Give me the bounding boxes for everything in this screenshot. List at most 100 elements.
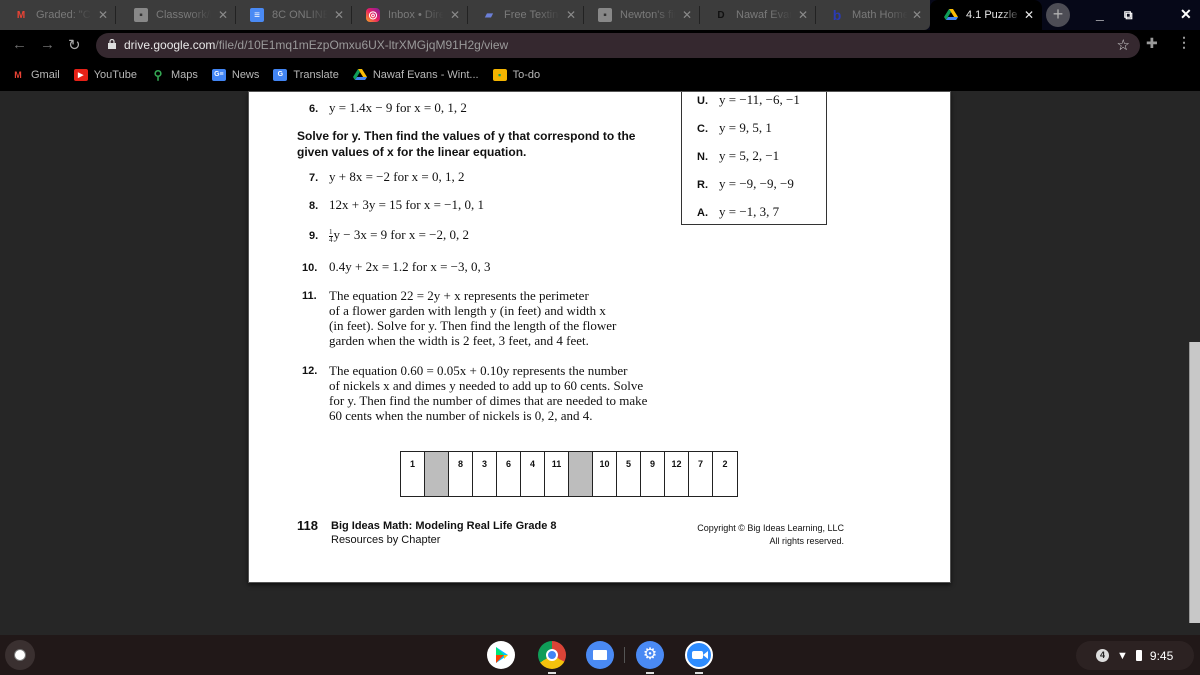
launcher-button[interactable] xyxy=(5,640,35,670)
google-docs-icon: ≡ xyxy=(250,8,264,22)
address-bar[interactable]: drive.google.com/file/d/10E1mq1mEzpOmxu6… xyxy=(96,33,1140,58)
toolbar: ← → ↻ drive.google.com/file/d/10E1mq1mEz… xyxy=(0,30,1200,61)
problem-7: 7. y + 8x = −2 for x = 0, 1, 2 xyxy=(309,169,465,184)
classroom-icon: ▪ xyxy=(492,68,507,81)
zoom-icon[interactable] xyxy=(685,641,713,669)
play-store-icon[interactable] xyxy=(487,641,515,669)
instructions: Solve for y. Then find the values of y t… xyxy=(297,129,636,159)
problem-8: 8. 12x + 3y = 15 for x = −1, 0, 1 xyxy=(309,197,484,212)
problem-12: 12. The equation 0.60 = 0.05x + 0.10y re… xyxy=(302,363,648,423)
bookmarks-bar: M Gmail ▶ YouTube ⚲ Maps G≡ News G Translate … xyxy=(0,61,1200,88)
menu-icon[interactable]: ⋮ xyxy=(1177,34,1191,51)
bookmark-translate[interactable]: G Translate xyxy=(273,68,339,81)
close-window-button[interactable]: ✕ xyxy=(1180,6,1192,23)
puzzle-cell: 12 xyxy=(665,452,689,496)
answer-box: U. y = −11, −6, −1 C. y = 9, 5, 1 N. y = 5,… xyxy=(681,92,827,225)
puzzle-cell: 5 xyxy=(617,452,641,496)
files-icon[interactable] xyxy=(586,641,614,669)
chat-icon: ▰ xyxy=(485,9,493,21)
book-title: Big Ideas Math: Modeling Real Life Grade… xyxy=(331,520,557,532)
close-tab-icon[interactable]: ✕ xyxy=(334,8,344,22)
close-tab-icon[interactable]: ✕ xyxy=(912,8,922,22)
tab-free-texting[interactable]: ▰ Free Texting ✕ xyxy=(468,0,584,30)
lock-icon xyxy=(108,39,116,49)
tab-math-home[interactable]: b Math Home ✕ xyxy=(816,0,930,30)
puzzle-cell: 8 xyxy=(449,452,473,496)
close-tab-icon[interactable]: ✕ xyxy=(98,8,108,22)
book-subtitle: Resources by Chapter xyxy=(331,534,441,546)
bookmark-to-do[interactable]: ▪ To-do xyxy=(492,68,540,81)
forward-button[interactable]: → xyxy=(40,36,55,53)
tab-4-1-puzzle[interactable]: 4.1 Puzzle T ✕ xyxy=(930,0,1042,30)
youtube-icon: ▶ xyxy=(73,68,88,81)
settings-icon[interactable]: ⚙ xyxy=(636,641,664,669)
page-number: 118 xyxy=(297,518,318,533)
url-text: drive.google.com/file/d/10E1mq1mEzpOmxu6… xyxy=(124,38,509,52)
extensions-icon[interactable]: ✚ xyxy=(1146,35,1158,52)
fraction: 14 xyxy=(329,227,333,244)
tab-classwork[interactable]: ▪ Classwork/H ✕ xyxy=(120,0,236,30)
new-tab-button[interactable]: + xyxy=(1046,3,1070,27)
puzzle-cell: 4 xyxy=(521,452,545,496)
bookmark-youtube[interactable]: ▶ YouTube xyxy=(73,68,137,81)
tab-newtons[interactable]: ▪ Newton's fir ✕ xyxy=(584,0,700,30)
clock: 9:45 xyxy=(1149,648,1174,663)
google-drive-icon xyxy=(944,8,958,22)
puzzle-cell: 11 xyxy=(545,452,569,496)
wifi-icon: ▼ xyxy=(1117,649,1128,662)
google-drive-icon xyxy=(352,68,367,81)
answer-a: A. y = −1, 3, 7 xyxy=(697,204,780,219)
bookmark-news[interactable]: G≡ News xyxy=(211,68,259,81)
close-tab-icon[interactable]: ✕ xyxy=(450,8,460,22)
bing-icon: b xyxy=(832,7,842,23)
close-tab-icon[interactable]: ✕ xyxy=(798,8,808,22)
tab-graded[interactable]: M Graded: "Cla ✕ xyxy=(0,0,116,30)
document-viewer: 6. y = 1.4x − 9 for x = 0, 1, 2 Solve for… xyxy=(0,91,1200,623)
battery-icon xyxy=(1135,650,1142,661)
problem-9: 9. 1 4 y − 3x = 9 for x = −2, 0, 2 xyxy=(309,227,469,244)
copyright-text: Copyright © Big Ideas Learning, LLC xyxy=(697,523,844,533)
chrome-icon[interactable] xyxy=(538,641,566,669)
back-button[interactable]: ← xyxy=(12,36,27,53)
bookmark-gmail[interactable]: M Gmail xyxy=(11,69,59,81)
puzzle-cell: 2 xyxy=(722,459,728,469)
puzzle-cell: 3 xyxy=(473,452,497,496)
close-tab-icon[interactable]: ✕ xyxy=(1024,8,1034,22)
problem-6: 6. y = 1.4x − 9 for x = 0, 1, 2 xyxy=(309,100,467,115)
bookmark-nawaf-evans[interactable]: Nawaf Evans - Wint... xyxy=(352,68,479,81)
puzzle-cell: 7 xyxy=(689,452,713,496)
gmail-icon: M xyxy=(16,9,26,21)
restore-button[interactable]: ⧉ xyxy=(1124,8,1133,23)
notification-badge: 4 xyxy=(1096,649,1109,662)
puzzle-cell: 10 xyxy=(593,452,617,496)
reload-button[interactable]: ↻ xyxy=(68,36,81,54)
minimize-button[interactable]: _ xyxy=(1096,6,1104,22)
tab-8c-online[interactable]: ≡ 8C ONLINE S ✕ xyxy=(236,0,352,30)
close-tab-icon[interactable]: ✕ xyxy=(566,8,576,22)
bookmark-maps[interactable]: ⚲ Maps xyxy=(151,67,198,82)
close-tab-icon[interactable]: ✕ xyxy=(682,8,692,22)
puzzle-cell-blank xyxy=(569,452,593,496)
tab-strip: M Graded: "Cla ✕ ▪ Classwork/H ✕ ≡ 8C ON… xyxy=(0,0,1200,30)
tab-nawaf-evans[interactable]: D Nawaf Evan ✕ xyxy=(700,0,816,30)
instagram-icon: ◎ xyxy=(366,8,380,22)
tab-inbox[interactable]: ◎ Inbox • Direc ✕ xyxy=(352,0,468,30)
classroom-icon: ▪ xyxy=(134,8,148,22)
scrollbar[interactable] xyxy=(1189,342,1200,623)
problem-11: 11. The equation 22 = 2y + x represents … xyxy=(302,288,617,348)
document-icon: D xyxy=(717,9,725,21)
answer-n: N. y = 5, 2, −1 xyxy=(697,148,780,163)
news-icon: G≡ xyxy=(211,68,226,81)
answer-r: R. y = −9, −9, −9 xyxy=(697,176,794,191)
puzzle-cell: 9 xyxy=(641,452,665,496)
gmail-icon: M xyxy=(14,69,22,80)
answer-c: C. y = 9, 5, 1 xyxy=(697,120,772,135)
bookmark-star-icon[interactable]: ☆ xyxy=(1117,36,1130,54)
puzzle-cell-blank xyxy=(425,452,449,496)
puzzle-answer-grid: 1 8 3 6 4 11 10 5 9 12 7 2 xyxy=(400,451,738,497)
puzzle-cell: 1 xyxy=(401,452,425,496)
answer-u: U. y = −11, −6, −1 xyxy=(697,92,800,107)
close-tab-icon[interactable]: ✕ xyxy=(218,8,228,22)
status-tray[interactable]: 4 ▼ 9:45 xyxy=(1076,641,1194,670)
maps-icon: ⚲ xyxy=(153,67,163,82)
